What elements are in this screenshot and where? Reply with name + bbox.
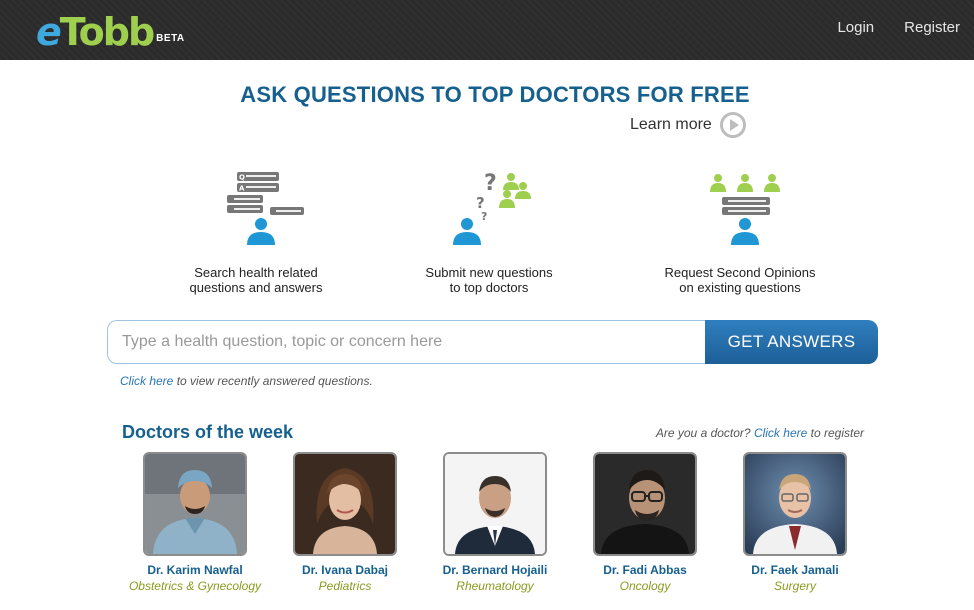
feature-second-opinion-line2: on existing questions: [679, 280, 801, 295]
qa-search-icon: Q A: [227, 172, 304, 245]
doctor-name[interactable]: Dr. Faek Jamali: [720, 563, 870, 577]
logo-rest: Tobb: [59, 10, 155, 54]
doctor-specialty: Surgery: [773, 579, 817, 593]
doctor-register-note: Are you a doctor? Click here to register: [656, 426, 864, 440]
doctor-card[interactable]: Dr. Fadi Abbas Oncology: [570, 452, 720, 593]
doctor-specialty: Oncology: [619, 579, 671, 593]
doctor-card[interactable]: Dr. Bernard Hojaili Rheumatology: [420, 452, 570, 593]
doctor-register-suffix: to register: [807, 426, 864, 440]
get-answers-button[interactable]: GET ANSWERS: [705, 320, 878, 364]
svg-text:?: ?: [481, 210, 487, 223]
doctor-name[interactable]: Dr. Fadi Abbas: [570, 563, 720, 577]
feature-search-line1: Search health related: [194, 265, 318, 280]
feature-submit: ? ? ? Submit new questions to top doctor…: [379, 168, 599, 295]
recent-questions-text: to view recently answered questions.: [173, 374, 373, 388]
svg-text:Q: Q: [239, 174, 245, 182]
login-link[interactable]: Login: [837, 19, 874, 36]
learn-more-label: Learn more: [630, 116, 712, 133]
doctor-register-link[interactable]: Click here: [754, 426, 807, 440]
ask-doctors-icon: ? ? ?: [453, 171, 531, 245]
doctor-name[interactable]: Dr. Bernard Hojaili: [420, 563, 570, 577]
feature-submit-line1: Submit new questions: [425, 265, 553, 280]
search-input[interactable]: [107, 320, 707, 364]
learn-more-link[interactable]: Learn more: [630, 112, 746, 138]
feature-search-line2: questions and answers: [189, 280, 323, 295]
top-navbar: eTobb BETA Login Register: [0, 0, 974, 60]
register-link[interactable]: Register: [904, 19, 960, 36]
doctor-card[interactable]: Dr. Karim Nawfal Obstetrics & Gynecology: [120, 452, 270, 593]
doctor-specialty: Obstetrics & Gynecology: [128, 579, 262, 593]
feature-search: Q A Search health related questions and …: [146, 168, 366, 295]
doctor-photo[interactable]: [143, 452, 247, 556]
logo-wordmark: eTobb: [36, 10, 155, 54]
feature-search-caption: Search health related questions and answ…: [146, 265, 366, 295]
play-icon[interactable]: [719, 112, 746, 138]
doctor-register-prompt: Are you a doctor?: [655, 426, 754, 440]
doctor-photo[interactable]: [593, 452, 697, 556]
svg-text:?: ?: [484, 171, 497, 196]
recent-questions-link[interactable]: Click here: [120, 374, 173, 388]
doctor-name[interactable]: Dr. Ivana Dabaj: [270, 563, 420, 577]
beta-badge: BETA: [156, 33, 185, 44]
svg-text:A: A: [239, 185, 245, 193]
feature-submit-line2: to top doctors: [449, 280, 529, 295]
feature-second-opinion-caption: Request Second Opinions on existing ques…: [630, 265, 850, 295]
doctor-photo[interactable]: [743, 452, 847, 556]
search-bar: GET ANSWERS: [107, 320, 878, 364]
doctor-card[interactable]: Dr. Ivana Dabaj Pediatrics: [270, 452, 420, 593]
feature-second-opinion-line1: Request Second Opinions: [664, 265, 816, 280]
doctor-name[interactable]: Dr. Karim Nawfal: [120, 563, 270, 577]
doctor-photo[interactable]: [293, 452, 397, 556]
recent-questions-note: Click here to view recently answered que…: [120, 374, 373, 388]
feature-second-opinion: Request Second Opinions on existing ques…: [630, 168, 850, 295]
doctor-photo[interactable]: [443, 452, 547, 556]
logo-e: e: [36, 10, 62, 54]
header-nav: Login Register: [837, 19, 960, 36]
feature-submit-caption: Submit new questions to top doctors: [379, 265, 599, 295]
etobb-logo[interactable]: eTobb BETA: [36, 6, 185, 54]
doctor-specialty: Rheumatology: [456, 579, 534, 593]
second-opinion-icon: [710, 174, 780, 245]
hero-title: ASK QUESTIONS TO TOP DOCTORS FOR FREE: [240, 82, 750, 107]
doctor-specialty: Pediatrics: [318, 579, 372, 593]
doctors-of-week-title: Doctors of the week: [122, 422, 294, 442]
doctor-card[interactable]: Dr. Faek Jamali Surgery: [720, 452, 870, 593]
